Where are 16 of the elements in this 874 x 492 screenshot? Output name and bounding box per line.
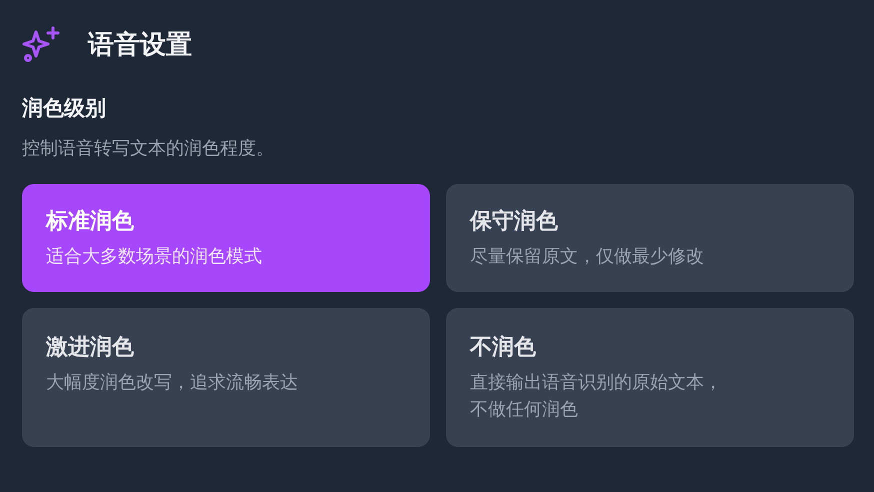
option-title: 激进润色 [46, 334, 135, 362]
option-card[interactable]: 保守润色 尽量保留原文，仅做最少修改 [446, 184, 854, 292]
section-title: 润色级别 [22, 95, 107, 122]
option-card[interactable]: 标准润色 适合大多数场景的润色模式 [22, 184, 430, 292]
option-description: 适合大多数场景的润色模式 [46, 244, 263, 269]
sparkles-icon [22, 26, 62, 62]
option-title: 不润色 [470, 334, 537, 362]
option-card[interactable]: 激进润色 大幅度润色改写，追求流畅表达 [22, 308, 430, 447]
option-description: 尽量保留原文，仅做最少修改 [470, 244, 705, 269]
page-title: 语音设置 [88, 28, 192, 62]
section-description: 控制语音转写文本的润色程度。 [22, 137, 275, 160]
option-description: 直接输出语音识别的原始文本，不做任何润色 [470, 371, 723, 422]
option-card[interactable]: 不润色 直接输出语音识别的原始文本，不做任何润色 [446, 308, 854, 447]
option-title: 标准润色 [46, 208, 135, 236]
option-title: 保守润色 [470, 208, 559, 236]
option-description: 大幅度润色改写，追求流畅表达 [46, 371, 299, 396]
